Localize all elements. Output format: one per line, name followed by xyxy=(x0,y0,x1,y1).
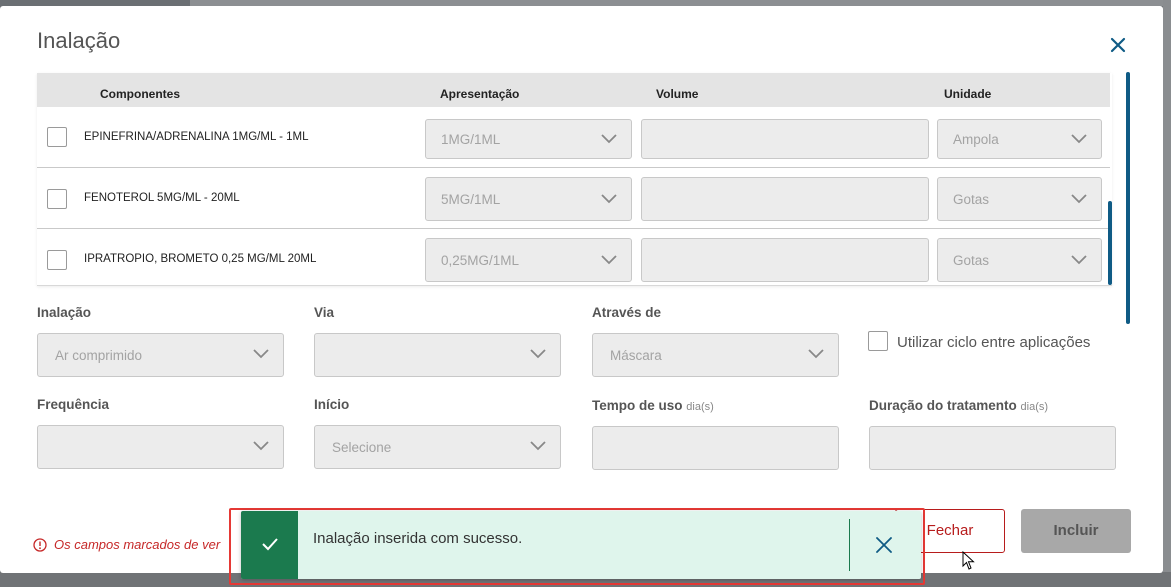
header-unit: Unidade xyxy=(944,87,992,101)
start-label: Início xyxy=(314,397,350,412)
chevron-down-icon xyxy=(530,349,546,359)
usage-time-label-text: Tempo de uso xyxy=(592,398,683,413)
chevron-down-icon xyxy=(253,349,269,359)
presentation-value: 1MG/1ML xyxy=(441,132,501,147)
success-toast: Inalação inserida com sucesso. xyxy=(241,511,921,579)
cycle-checkbox[interactable] xyxy=(868,331,888,351)
row-checkbox[interactable] xyxy=(47,189,67,209)
info-circle-icon xyxy=(33,538,47,552)
start-placeholder: Selecione xyxy=(332,440,392,455)
volume-input[interactable] xyxy=(641,177,929,221)
volume-input[interactable] xyxy=(641,119,929,159)
inhalation-modal: Inalação Componentes Apresentação Volume… xyxy=(0,6,1163,573)
chevron-down-icon xyxy=(601,255,617,265)
route-select[interactable] xyxy=(314,333,561,377)
components-table: Componentes Apresentação Volume Unidade … xyxy=(37,73,1112,286)
presentation-select[interactable]: 0,25MG/1ML xyxy=(425,238,632,282)
unit-value: Gotas xyxy=(953,253,990,268)
include-button[interactable]: Incluir xyxy=(1021,509,1131,553)
duration-input[interactable] xyxy=(869,426,1116,470)
through-select[interactable]: Máscara xyxy=(592,333,839,377)
unit-select[interactable]: Gotas xyxy=(937,238,1102,282)
chevron-down-icon xyxy=(1071,194,1087,204)
frequency-select[interactable] xyxy=(37,425,284,469)
row-checkbox[interactable] xyxy=(47,127,67,147)
chevron-down-icon xyxy=(601,194,617,204)
frequency-label: Frequência xyxy=(37,397,110,412)
usage-time-input[interactable] xyxy=(592,426,839,470)
chevron-down-icon xyxy=(1071,134,1087,144)
inhalation-value: Ar comprimido xyxy=(55,348,143,363)
presentation-value: 0,25MG/1ML xyxy=(441,253,520,268)
duration-label-text: Duração do tratamento xyxy=(869,398,1017,413)
unit-select[interactable]: Gotas xyxy=(937,177,1102,221)
component-name: FENOTEROL 5MG/ML - 20ML xyxy=(84,192,240,204)
header-volume: Volume xyxy=(656,87,699,101)
start-select[interactable]: Selecione xyxy=(314,425,561,469)
chevron-down-icon xyxy=(530,441,546,451)
table-row: IPRATROPIO, BROMETO 0,25 MG/ML 20ML 0,25… xyxy=(37,229,1110,285)
header-components: Componentes xyxy=(100,87,181,101)
close-icon[interactable] xyxy=(875,536,893,559)
required-note-text: Os campos marcados de ver xyxy=(54,537,221,552)
presentation-select[interactable]: 1MG/1ML xyxy=(425,119,632,159)
toast-divider xyxy=(849,519,850,571)
header-presentation: Apresentação xyxy=(440,87,520,101)
row-checkbox[interactable] xyxy=(47,250,67,270)
duration-label: Duração do tratamento dia(s) xyxy=(869,398,1048,413)
presentation-value: 5MG/1ML xyxy=(441,192,501,207)
background-right-strip xyxy=(1163,0,1171,587)
chevron-down-icon xyxy=(253,441,269,451)
toast-icon-box xyxy=(241,511,298,579)
duration-unit: dia(s) xyxy=(1020,401,1049,413)
presentation-select[interactable]: 5MG/1ML xyxy=(425,177,632,221)
check-icon xyxy=(262,538,278,551)
component-name: IPRATROPIO, BROMETO 0,25 MG/ML 20ML xyxy=(84,253,317,265)
chevron-down-icon xyxy=(808,349,824,359)
unit-value: Gotas xyxy=(953,192,990,207)
inhalation-select[interactable]: Ar comprimido xyxy=(37,333,284,377)
route-label: Via xyxy=(314,305,335,320)
inhalation-label: Inalação xyxy=(37,305,92,320)
required-fields-note: Os campos marcados de ver xyxy=(33,537,220,552)
volume-input[interactable] xyxy=(641,238,929,282)
table-row: FENOTEROL 5MG/ML - 20ML 5MG/1ML Gotas xyxy=(37,168,1110,229)
toast-message: Inalação inserida com sucesso. xyxy=(313,530,523,547)
unit-select[interactable]: Ampola xyxy=(937,119,1102,159)
cut-off-field-label: _ _ ___ _ _ _ xyxy=(37,488,113,495)
through-value: Máscara xyxy=(610,348,662,363)
unit-value: Ampola xyxy=(953,132,999,147)
through-label: Através de xyxy=(592,305,662,320)
component-name: EPINEFRINA/ADRENALINA 1MG/ML - 1ML xyxy=(84,131,309,143)
usage-time-label: Tempo de uso dia(s) xyxy=(592,398,714,413)
modal-scrollbar[interactable] xyxy=(1126,72,1130,324)
chevron-down-icon xyxy=(1071,255,1087,265)
chevron-down-icon xyxy=(601,134,617,144)
modal-title: Inalação xyxy=(37,28,121,53)
usage-time-unit: dia(s) xyxy=(686,401,714,413)
table-row: EPINEFRINA/ADRENALINA 1MG/ML - 1ML 1MG/1… xyxy=(37,107,1110,168)
cycle-checkbox-label: Utilizar ciclo entre aplicações xyxy=(897,334,1091,351)
close-icon[interactable] xyxy=(1107,34,1129,56)
table-scrollbar[interactable] xyxy=(1108,201,1112,285)
mouse-cursor xyxy=(962,550,976,576)
